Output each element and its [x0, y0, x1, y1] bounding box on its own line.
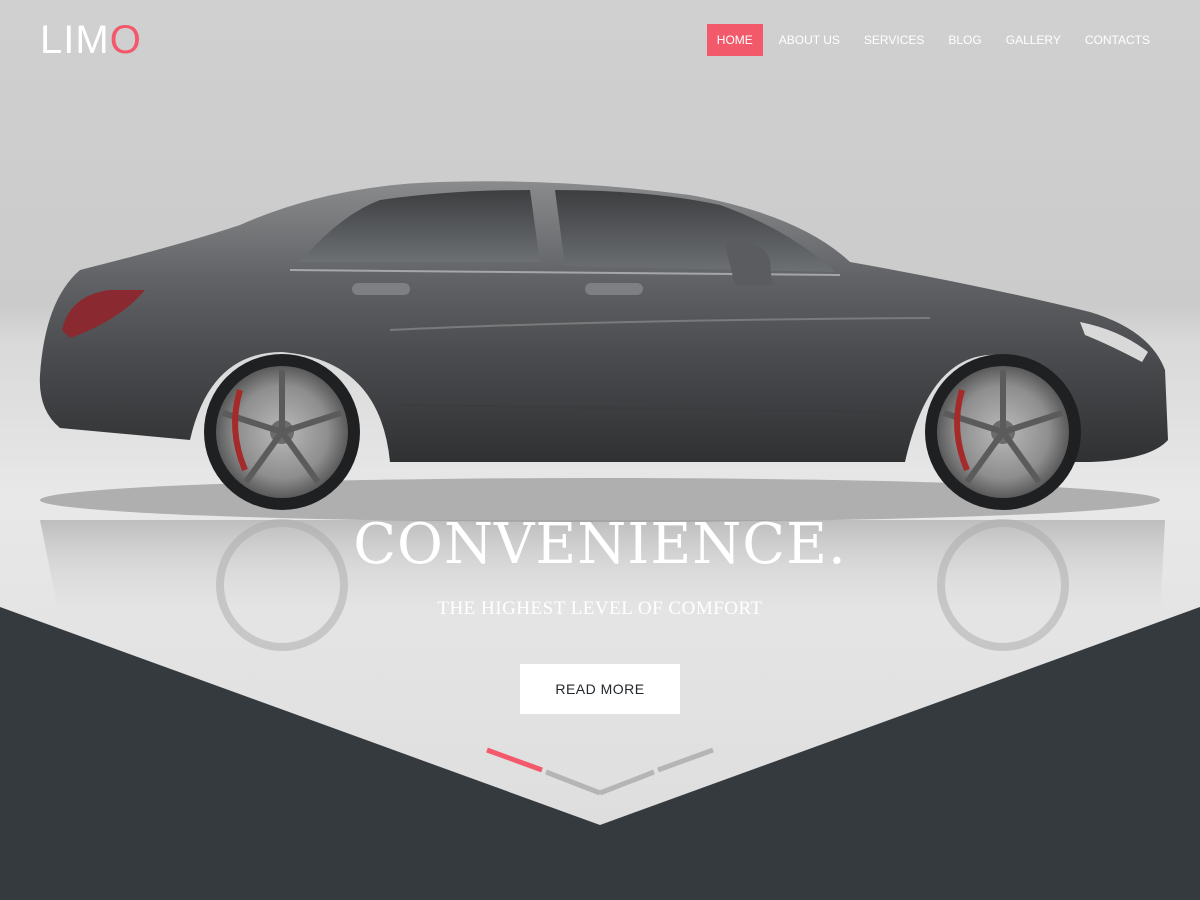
- scroll-indicator-segment: [599, 769, 655, 796]
- hero-subline: THE HIGHEST LEVEL OF COMFORT: [437, 598, 763, 619]
- nav-item-contacts[interactable]: CONTACTS: [1073, 24, 1162, 56]
- nav-item-home[interactable]: HOME: [706, 24, 763, 56]
- logo[interactable]: LIMO: [40, 19, 142, 61]
- scroll-indicator-segment: [545, 769, 601, 796]
- hero-headline: CONVENIENCE.: [353, 512, 847, 577]
- scroll-indicator-segment: [657, 747, 714, 773]
- nav-item-services[interactable]: SERVICES: [852, 24, 936, 56]
- scroll-indicator-active: [486, 747, 543, 773]
- nav-item-about-us[interactable]: ABOUT US: [767, 24, 852, 56]
- logo-text: LIM: [40, 18, 110, 62]
- nav-item-blog[interactable]: BLOG: [936, 24, 993, 56]
- chevron-down-icon[interactable]: [480, 740, 720, 810]
- read-more-button[interactable]: READ MORE: [520, 664, 680, 714]
- main-nav: HOME ABOUT US SERVICES BLOG GALLERY CONT…: [706, 24, 1162, 56]
- logo-accent: O: [109, 18, 142, 62]
- nav-item-gallery[interactable]: GALLERY: [994, 24, 1073, 56]
